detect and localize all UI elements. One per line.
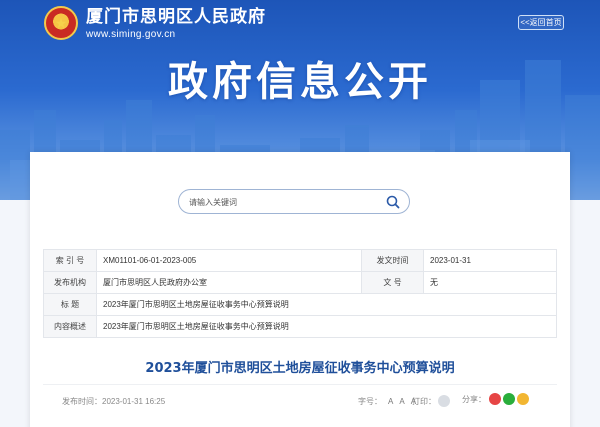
share-control: 分享： bbox=[462, 393, 531, 405]
search-input[interactable] bbox=[189, 195, 379, 209]
search-icon[interactable] bbox=[385, 194, 401, 210]
date-label: 发文时间 bbox=[361, 249, 424, 272]
publish-label: 发布时间： bbox=[62, 397, 102, 406]
page-heading: 政府信息公开 bbox=[168, 59, 432, 105]
site-name: 厦门市思明区人民政府 bbox=[86, 6, 266, 27]
moments-icon[interactable] bbox=[517, 393, 529, 405]
print-control: 打印： bbox=[412, 394, 450, 407]
summary-label: 内容概述 bbox=[43, 315, 97, 338]
divider bbox=[43, 384, 557, 385]
title-value: 2023年厦门市思明区土地房屋征收事务中心预算说明 bbox=[96, 293, 557, 316]
print-label: 打印： bbox=[412, 397, 436, 406]
summary-value: 2023年厦门市思明区土地房屋征收事务中心预算说明 bbox=[96, 315, 557, 338]
wechat-icon[interactable] bbox=[503, 393, 515, 405]
table-row: 内容概述 2023年厦门市思明区土地房屋征收事务中心预算说明 bbox=[43, 315, 557, 338]
search-box bbox=[178, 189, 410, 214]
publish-time: 发布时间：2023-01-31 16:25 bbox=[62, 396, 165, 407]
issuer-value: 厦门市思明区人民政府办公室 bbox=[96, 271, 362, 294]
content-card: 索 引 号 XM01101-06-01-2023-005 发文时间 2023-0… bbox=[30, 152, 570, 427]
document-metadata-table: 索 引 号 XM01101-06-01-2023-005 发文时间 2023-0… bbox=[43, 249, 557, 338]
back-home-button[interactable]: <<返回首页 bbox=[518, 15, 564, 30]
index-value: XM01101-06-01-2023-005 bbox=[96, 249, 362, 272]
docno-value: 无 bbox=[423, 271, 557, 294]
title-label: 标 题 bbox=[43, 293, 97, 316]
table-row: 发布机构 厦门市思明区人民政府办公室 文 号 无 bbox=[43, 271, 557, 294]
font-size-control: 字号： A A A bbox=[358, 396, 416, 407]
issuer-label: 发布机构 bbox=[43, 271, 97, 294]
article-title: 2023年厦门市思明区土地房屋征收事务中心预算说明 bbox=[145, 361, 455, 376]
table-row: 标 题 2023年厦门市思明区土地房屋征收事务中心预算说明 bbox=[43, 293, 557, 316]
font-size-label: 字号： bbox=[358, 397, 382, 406]
font-size-large-button[interactable]: A bbox=[388, 397, 393, 406]
site-url: www.siming.gov.cn bbox=[86, 28, 176, 40]
weibo-icon[interactable] bbox=[489, 393, 501, 405]
share-label: 分享： bbox=[462, 394, 486, 404]
table-row: 索 引 号 XM01101-06-01-2023-005 发文时间 2023-0… bbox=[43, 249, 557, 272]
docno-label: 文 号 bbox=[361, 271, 424, 294]
publish-value: 2023-01-31 16:25 bbox=[102, 397, 166, 406]
national-emblem-icon: ★ bbox=[44, 6, 78, 40]
font-size-medium-button[interactable]: A bbox=[399, 397, 404, 406]
date-value: 2023-01-31 bbox=[423, 249, 557, 272]
print-icon[interactable] bbox=[438, 394, 450, 407]
site-logo[interactable]: ★ 厦门市思明区人民政府 www.siming.gov.cn bbox=[44, 6, 266, 40]
index-label: 索 引 号 bbox=[43, 249, 97, 272]
